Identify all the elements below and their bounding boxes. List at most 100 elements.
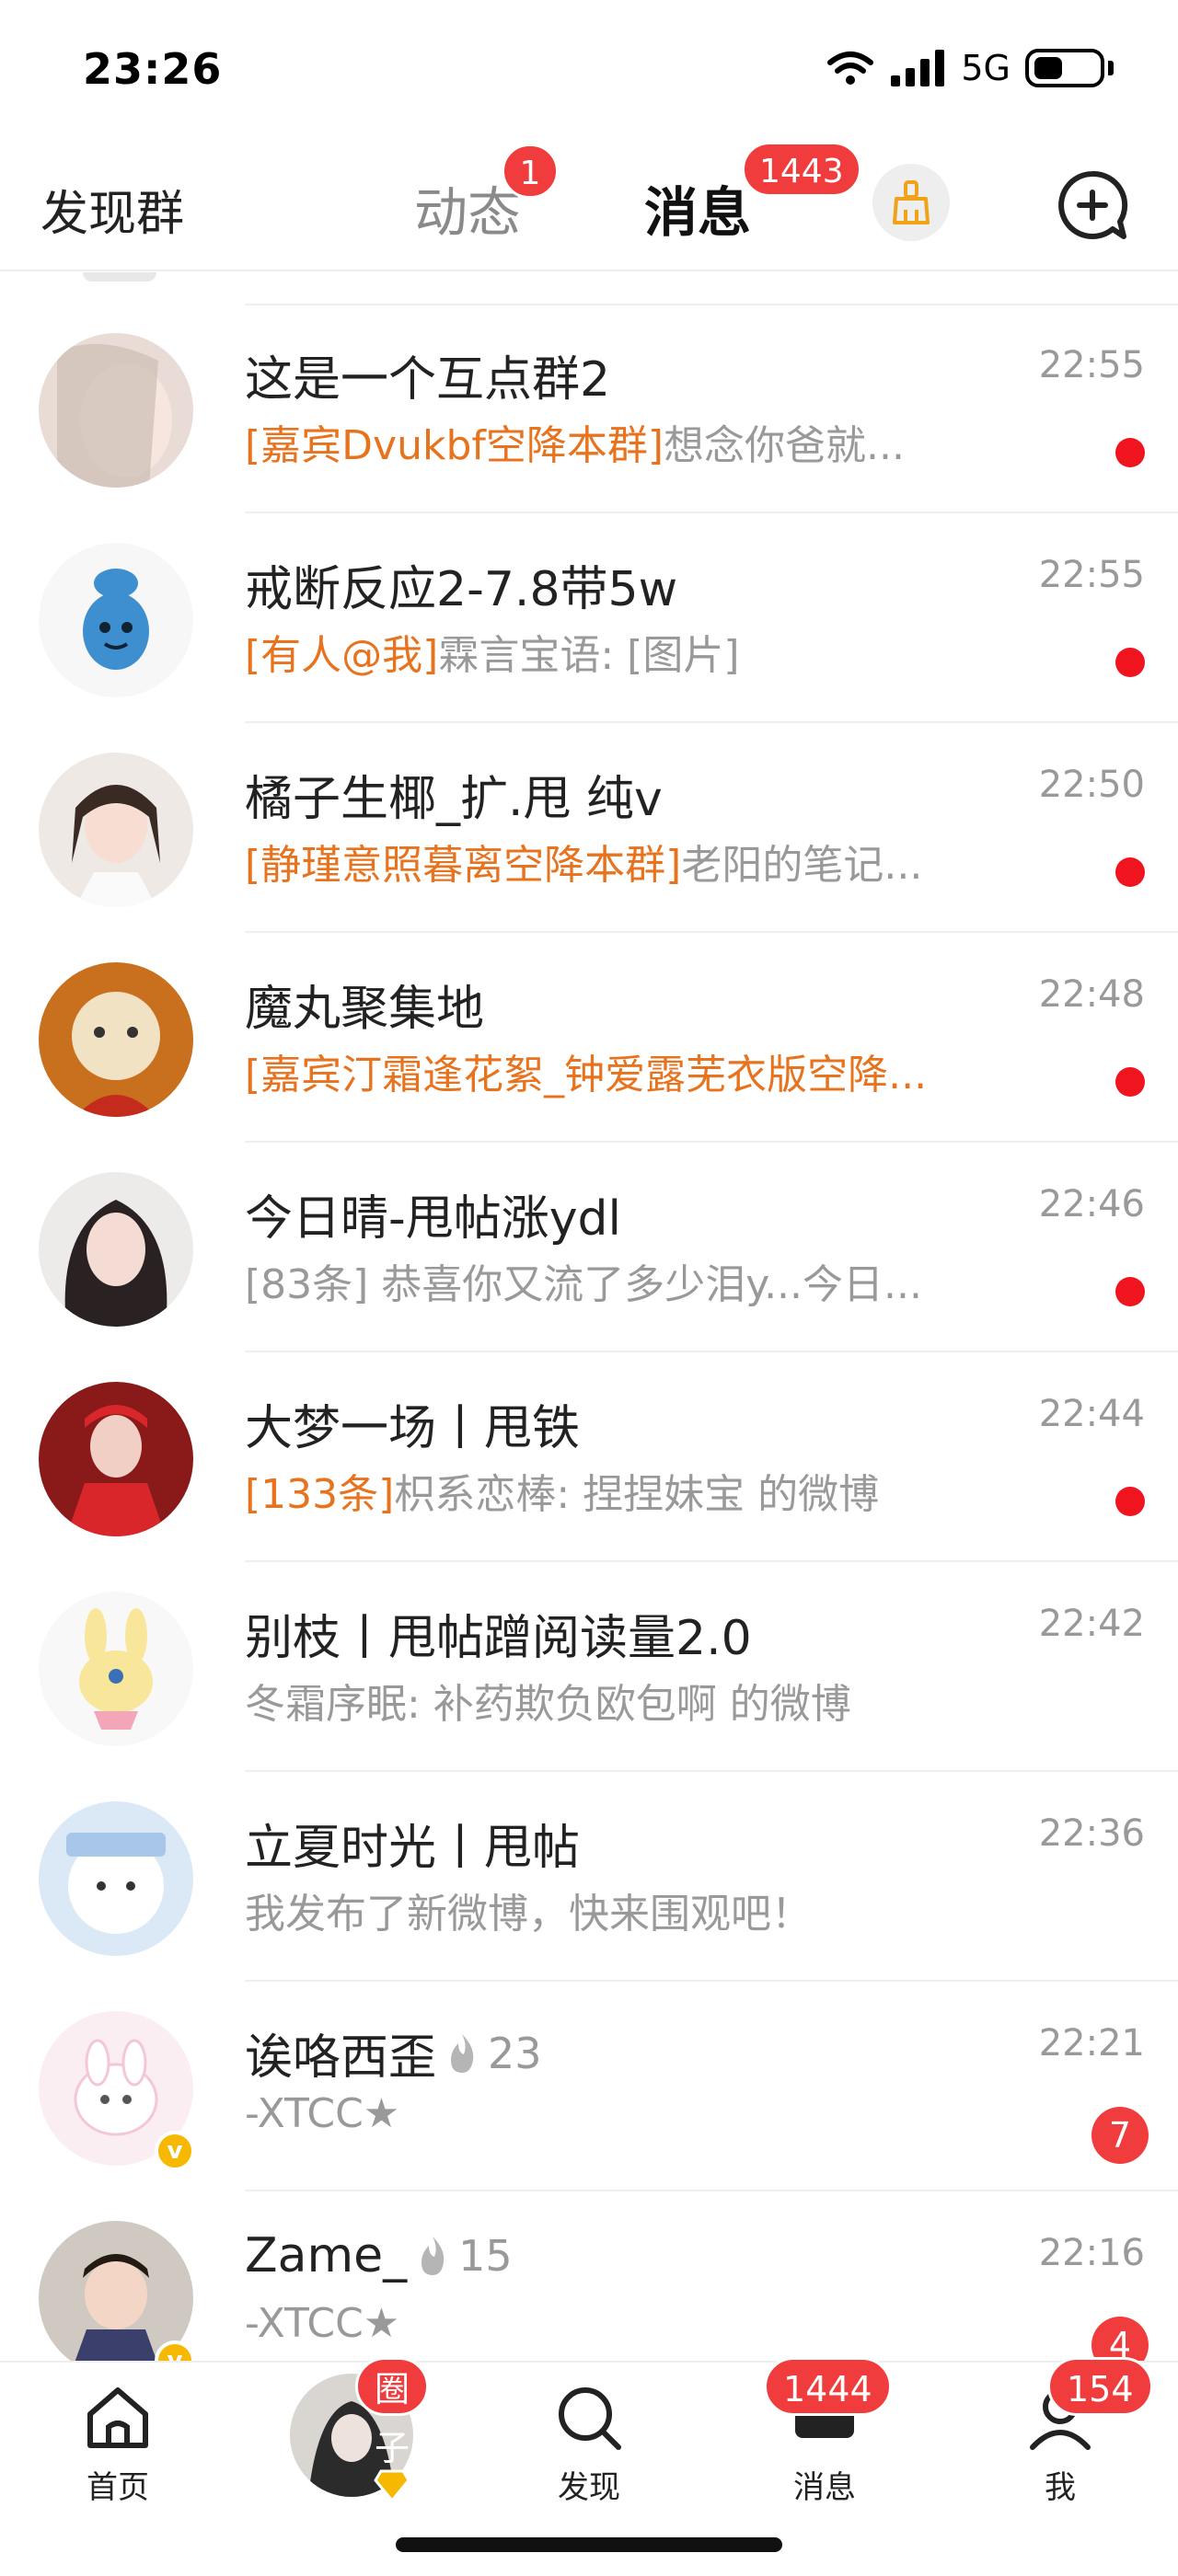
conversation-time: 22:42 (1038, 1603, 1145, 1645)
avatar (39, 753, 193, 907)
preview-text: 想念你爸就... (664, 422, 906, 469)
conversation-title: 今日晴-甩帖涨ydl (245, 1191, 621, 1247)
conversation-time: 22:50 (1038, 764, 1145, 806)
conversation-title: 魔丸聚集地 (245, 982, 485, 1037)
conversation-time: 22:55 (1038, 344, 1145, 386)
conversation-preview: 我发布了新微博，快来围观吧！ (245, 1880, 812, 1939)
conversation-time: 22:44 (1038, 1393, 1145, 1435)
verified-badge: v (155, 2131, 195, 2171)
nav-home[interactable]: 首页 (44, 2381, 191, 2507)
me-nav-badge: 154 (1047, 2357, 1153, 2416)
conversation-row[interactable]: v 诶咯西歪 23 -XTCC★ 22:21 7 (0, 1982, 1178, 2191)
preview-text: 霖言宝语: [图片] (438, 632, 740, 679)
header: 发现群 动态 1 消息 1443 (0, 138, 1178, 271)
avatar (39, 333, 193, 488)
add-chat-button[interactable] (1051, 164, 1134, 247)
avatar (39, 1172, 193, 1327)
preview-text: -XTCC★ (245, 2090, 400, 2137)
battery-icon (1025, 49, 1104, 87)
preview-tag: [嘉宾Dvukbf空降本群] (245, 422, 664, 469)
conversation-row[interactable]: 魔丸聚集地 [嘉宾汀霜逢花絮_钟爱露芜衣版空降... 22:48 (0, 933, 1178, 1143)
unread-count-badge: 7 (1091, 2107, 1149, 2164)
avatar (39, 543, 193, 697)
conversation-title: 这是一个互点群2 (245, 352, 611, 408)
unread-dot (1115, 857, 1145, 887)
nav-discover-label: 发现 (558, 2469, 620, 2506)
conversation-time: 22:36 (1038, 1812, 1145, 1855)
conversation-preview: 冬霜序眠: 补药欺负欧包啊 的微博 (245, 1671, 851, 1730)
preview-tag: [133条] (245, 1471, 395, 1518)
avatar (39, 1382, 193, 1536)
conversation-title: 戒断反应2-7.8带5w (245, 562, 678, 617)
conversation-title: 橘子生椰_扩.甩 纯v (245, 772, 663, 827)
avatar (39, 1801, 193, 1956)
wifi-icon (827, 52, 874, 85)
conversation-preview: [83条] 恭喜你又流了多少泪y...今日... (245, 1251, 922, 1310)
messages-badge: 1443 (742, 142, 861, 197)
fire-icon (451, 2033, 474, 2073)
conversation-time: 22:48 (1038, 973, 1145, 1016)
nav-me[interactable]: 我 154 (987, 2357, 1153, 2507)
conversation-preview: [嘉宾Dvukbf空降本群]想念你爸就... (245, 412, 905, 471)
messages-nav-badge: 1444 (764, 2357, 892, 2416)
nav-home-label: 首页 (87, 2469, 149, 2506)
unread-dot (1115, 1277, 1145, 1306)
fire-count: 15 (458, 2231, 513, 2281)
diamond-icon (374, 2469, 410, 2502)
preview-tag: [嘉宾汀霜逢花絮_钟爱露芜衣版空降... (245, 1052, 928, 1098)
status-time: 23:26 (83, 44, 223, 94)
unread-dot (1115, 1487, 1145, 1516)
conversation-row[interactable]: 戒断反应2-7.8带5w [有人@我]霖言宝语: [图片] 22:55 (0, 513, 1178, 723)
discover-group-button[interactable]: 发现群 (40, 175, 184, 244)
preview-tag: [有人@我] (245, 632, 439, 679)
avatar (39, 1592, 193, 1746)
conversation-title: Zame_ 15 (245, 2228, 513, 2283)
fire-icon (422, 2237, 445, 2275)
status-icons: 5G (826, 48, 1114, 88)
conversation-row[interactable]: 橘子生椰_扩.甩 纯v [静瑾意照暮离空降本群]老阳的笔记... 22:50 (0, 723, 1178, 933)
conversation-row[interactable]: 立夏时光丨甩帖 我发布了新微博，快来围观吧！ 22:36 (0, 1772, 1178, 1982)
unread-dot (1115, 1067, 1145, 1097)
preview-text: 枳系恋棒: 捏捏妹宝 的微博 (394, 1471, 880, 1518)
conversation-time: 22:16 (1038, 2232, 1145, 2274)
nav-me-label: 我 (1045, 2469, 1076, 2506)
preview-text: -XTCC★ (245, 2300, 400, 2347)
nav-discover[interactable]: 发现 (515, 2381, 663, 2507)
home-indicator (396, 2537, 782, 2552)
tab-messages[interactable]: 消息 (644, 169, 751, 247)
fire-count: 23 (488, 2028, 542, 2078)
avatar (39, 962, 193, 1117)
conversation-time: 22:46 (1038, 1183, 1145, 1225)
conversation-preview: [133条]枳系恋棒: 捏捏妹宝 的微博 (245, 1461, 879, 1520)
conversation-time: 22:21 (1038, 2022, 1145, 2064)
conversation-preview: -XTCC★ (245, 2090, 399, 2137)
preview-text: 老阳的笔记... (681, 842, 923, 889)
conversation-row[interactable]: 今日晴-甩帖涨ydl [83条] 恭喜你又流了多少泪y...今日... 22:4… (0, 1143, 1178, 1352)
conversation-preview: [嘉宾汀霜逢花絮_钟爱露芜衣版空降... (245, 1041, 927, 1100)
network-type: 5G (961, 48, 1011, 88)
conversation-preview: -XTCC★ (245, 2300, 399, 2347)
broom-icon (893, 180, 930, 224)
battery-cap (1108, 61, 1114, 75)
unread-dot (1115, 648, 1145, 677)
status-bar: 23:26 5G (0, 0, 1178, 138)
nav-messages[interactable]: 消息 1444 (751, 2357, 898, 2507)
conversation-time: 22:55 (1038, 554, 1145, 596)
preview-text: 冬霜序眠: 补药欺负欧包啊 的微博 (245, 1681, 851, 1728)
chat-plus-icon (1058, 170, 1128, 239)
conversation-row[interactable]: 别枝丨甩帖蹭阅读量2.0 冬霜序眠: 补药欺负欧包啊 的微博 22:42 (0, 1562, 1178, 1772)
previous-avatar-edge (83, 272, 156, 282)
unread-dot (1115, 438, 1145, 467)
conversation-preview: [有人@我]霖言宝语: [图片] (245, 622, 740, 681)
conversation-row[interactable]: 大梦一场丨甩铁 [133条]枳系恋棒: 捏捏妹宝 的微博 22:44 (0, 1352, 1178, 1562)
conversation-preview: [静瑾意照暮离空降本群]老阳的笔记... (245, 832, 922, 891)
clear-unread-button[interactable] (872, 164, 950, 241)
conversation-list: 这是一个互点群2 [嘉宾Dvukbf空降本群]想念你爸就... 22:55 戒断… (0, 304, 1178, 2401)
conversation-title: 大梦一场丨甩铁 (245, 1401, 581, 1456)
nav-circle[interactable]: 圈子 (278, 2357, 430, 2502)
search-icon (559, 2387, 621, 2450)
conversation-title: 立夏时光丨甩帖 (245, 1821, 581, 1876)
conversation-row[interactable]: 这是一个互点群2 [嘉宾Dvukbf空降本群]想念你爸就... 22:55 (0, 304, 1178, 513)
home-icon (87, 2387, 148, 2448)
preview-text: 我发布了新微博，快来围观吧！ (245, 1891, 812, 1938)
